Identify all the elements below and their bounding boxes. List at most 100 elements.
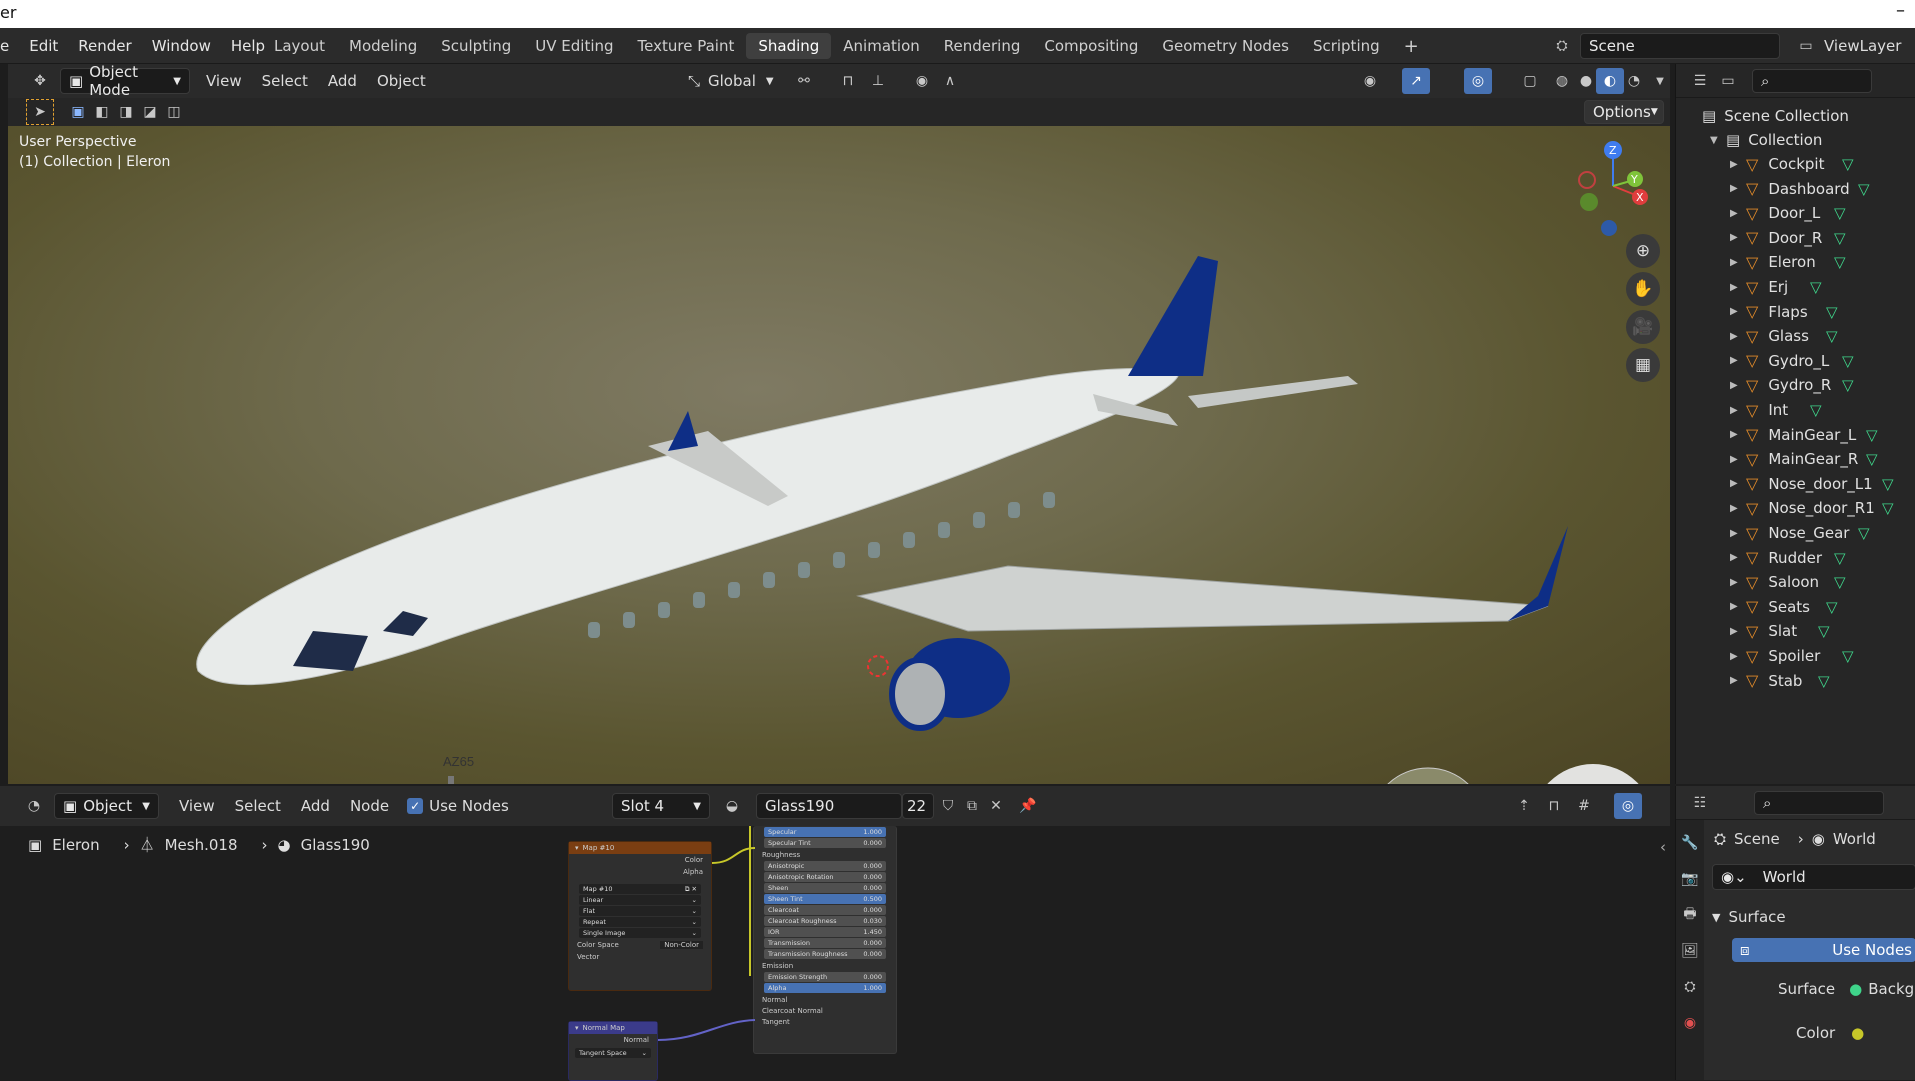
expand-triangle-icon[interactable]: ▶: [1730, 552, 1746, 563]
world-tab-icon[interactable]: ◉: [1676, 1010, 1704, 1036]
tab-compositing[interactable]: Compositing: [1032, 33, 1150, 59]
rendered-shading-icon[interactable]: ◔: [1620, 68, 1648, 94]
menu-render[interactable]: Render: [68, 37, 141, 55]
tab-shading[interactable]: Shading: [746, 33, 832, 59]
bsdf-input-row[interactable]: Transmission 0.000: [764, 938, 886, 948]
mesh-data-icon[interactable]: ▽: [1858, 180, 1870, 198]
bsdf-input-row[interactable]: Emission: [754, 960, 896, 971]
expand-triangle-icon[interactable]: ▶: [1730, 183, 1746, 194]
interpolation-dropdown[interactable]: Linear ⌄: [579, 895, 701, 905]
mesh-data-icon[interactable]: ▽: [1842, 155, 1854, 173]
mesh-data-icon[interactable]: ▽: [1858, 524, 1870, 542]
outliner-item[interactable]: ▶ ▽ Dashboard ▽: [1676, 177, 1915, 201]
outliner-item[interactable]: ▶ ▽ Gydro_R ▽: [1676, 373, 1915, 397]
tab-texture-paint[interactable]: Texture Paint: [626, 33, 747, 59]
outliner-item[interactable]: ▶ ▽ MainGear_R ▽: [1676, 447, 1915, 471]
options-dropdown[interactable]: Options ▼: [1584, 100, 1664, 124]
mesh-data-icon[interactable]: ▽: [1842, 352, 1854, 370]
gizmo-icon[interactable]: ↗: [1402, 68, 1430, 94]
shading-options-icon[interactable]: ▼: [1646, 68, 1674, 94]
bsdf-input-row[interactable]: Anisotropic Rotation 0.000: [764, 872, 886, 882]
bsdf-input-row[interactable]: IOR 1.450: [764, 927, 886, 937]
viewport-menu-add[interactable]: Add: [318, 69, 367, 93]
menu-file[interactable]: e: [0, 37, 19, 55]
node-editor-type-icon[interactable]: ◔: [20, 793, 48, 819]
gizmo-neg-x-axis[interactable]: [1578, 171, 1596, 189]
viewport-menu-select[interactable]: Select: [252, 69, 318, 93]
tab-rendering[interactable]: Rendering: [932, 33, 1033, 59]
expand-triangle-icon[interactable]: ▶: [1730, 208, 1746, 219]
viewlayer-name[interactable]: ViewLayer: [1824, 37, 1901, 55]
bsdf-input-row[interactable]: Emission Strength 0.000: [764, 972, 886, 982]
outliner-item[interactable]: ▶ ▽ Erj ▽: [1676, 275, 1915, 299]
sidebar-toggle-icon[interactable]: ‹: [1660, 838, 1666, 856]
snap-target-icon[interactable]: ⊥: [864, 68, 892, 94]
viewlayer-icon[interactable]: ▭: [1792, 33, 1820, 59]
world-selector[interactable]: ◉⌄ World: [1712, 864, 1915, 890]
snap-mode-icon[interactable]: #: [1570, 793, 1598, 819]
scene-collection-row[interactable]: ▤ Scene Collection: [1676, 104, 1915, 128]
view-layer-tab-icon[interactable]: 🖼: [1676, 938, 1704, 964]
bsdf-input-row[interactable]: Clearcoat 0.000: [764, 905, 886, 915]
expand-triangle-icon[interactable]: ▶: [1730, 282, 1746, 293]
bsdf-input-row[interactable]: Anisotropic 0.000: [764, 861, 886, 871]
color-space-row[interactable]: Color Space Non-Color: [569, 939, 711, 951]
material-browse-icon[interactable]: ◒: [718, 793, 746, 819]
bsdf-input-row[interactable]: Roughness: [754, 849, 896, 860]
unlink-icon[interactable]: ✕: [982, 793, 1010, 819]
outliner-item[interactable]: ▶ ▽ Slat ▽: [1676, 619, 1915, 643]
expand-triangle-icon[interactable]: ▶: [1730, 159, 1746, 170]
mesh-data-icon[interactable]: ▽: [1834, 573, 1846, 591]
bsdf-input-row[interactable]: Normal: [754, 994, 896, 1005]
outliner-item[interactable]: ▶ ▽ Flaps ▽: [1676, 300, 1915, 324]
scene-icon[interactable]: ⛭: [1548, 33, 1576, 59]
overlay-icon[interactable]: ◎: [1464, 68, 1492, 94]
3d-viewport[interactable]: User Perspective (1) Collection | Eleron: [8, 126, 1670, 784]
outliner-item[interactable]: ▶ ▽ Gydro_L ▽: [1676, 349, 1915, 373]
transform-orientation[interactable]: ⤡ Global ▼: [688, 72, 774, 90]
outliner-item[interactable]: ▶ ▽ Spoiler ▽: [1676, 644, 1915, 668]
outliner-item[interactable]: ▶ ▽ Stab ▽: [1676, 669, 1915, 693]
minimize-icon[interactable]: –: [1896, 0, 1905, 21]
menu-edit[interactable]: Edit: [19, 37, 68, 55]
expand-triangle-icon[interactable]: ▼: [1710, 135, 1726, 146]
breadcrumb-mesh[interactable]: Mesh.018: [165, 836, 238, 854]
tab-geometry-nodes[interactable]: Geometry Nodes: [1150, 33, 1301, 59]
tab-animation[interactable]: Animation: [831, 33, 931, 59]
expand-triangle-icon[interactable]: ▶: [1730, 528, 1746, 539]
mesh-data-icon[interactable]: ▽: [1826, 327, 1838, 345]
scene-field[interactable]: Scene: [1580, 33, 1780, 59]
mesh-data-icon[interactable]: ▽: [1834, 549, 1846, 567]
mode-dropdown[interactable]: ▣ Object Mode ▼: [60, 63, 190, 99]
bsdf-input-row[interactable]: Specular 1.000: [764, 827, 886, 837]
socket-color[interactable]: Color: [569, 854, 711, 866]
gizmo-neg-y-axis[interactable]: [1580, 193, 1598, 211]
bsdf-input-row[interactable]: Alpha 1.000: [764, 983, 886, 993]
properties-search[interactable]: ⌕: [1754, 790, 1884, 815]
select-intersect-icon[interactable]: ◫: [160, 99, 188, 125]
tab-modeling[interactable]: Modeling: [337, 33, 429, 59]
pin-icon[interactable]: 📌: [1014, 793, 1042, 819]
slot-dropdown[interactable]: Slot 4 ▼: [612, 793, 710, 819]
collection-row[interactable]: ▼ ▤ Collection: [1676, 128, 1915, 152]
expand-triangle-icon[interactable]: ▶: [1730, 380, 1746, 391]
select-tool-icon[interactable]: ➤: [26, 99, 54, 125]
outliner-item[interactable]: ▶ ▽ Glass ▽: [1676, 324, 1915, 348]
node-menu-view[interactable]: View: [169, 794, 225, 818]
bsdf-input-row[interactable]: Sheen Tint 0.500: [764, 894, 886, 904]
menu-window[interactable]: Window: [142, 37, 221, 55]
falloff-icon[interactable]: ∧: [936, 68, 964, 94]
bsdf-input-row[interactable]: Clearcoat Normal: [754, 1005, 896, 1016]
outliner-search[interactable]: ⌕: [1752, 68, 1872, 93]
outliner-editor-icon[interactable]: ☰: [1686, 68, 1714, 94]
outliner-item[interactable]: ▶ ▽ Nose_door_R1 ▽: [1676, 496, 1915, 520]
socket-vector[interactable]: Vector: [569, 951, 711, 963]
zoom-icon[interactable]: ⊕: [1626, 234, 1660, 268]
scene-tab-icon[interactable]: ⛭: [1676, 974, 1704, 1000]
mesh-data-icon[interactable]: ▽: [1818, 672, 1830, 690]
display-mode-icon[interactable]: ▭: [1714, 68, 1742, 94]
expand-triangle-icon[interactable]: ▶: [1730, 257, 1746, 268]
outliner-item[interactable]: ▶ ▽ MainGear_L ▽: [1676, 423, 1915, 447]
node-overlay-icon[interactable]: ◎: [1614, 793, 1642, 819]
outliner-item[interactable]: ▶ ▽ Saloon ▽: [1676, 570, 1915, 594]
